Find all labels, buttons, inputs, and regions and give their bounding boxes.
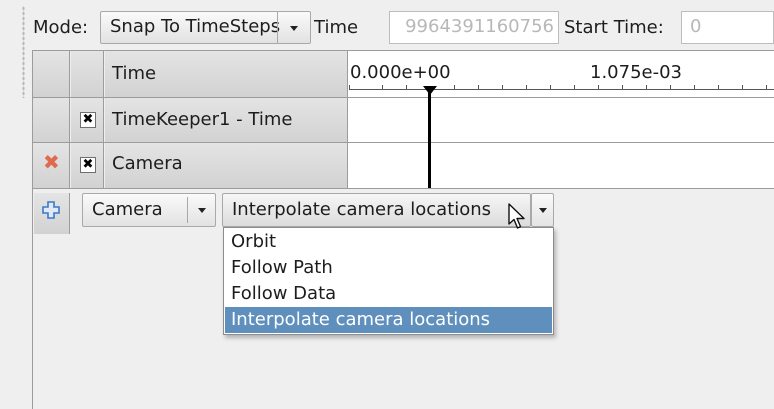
row-divider-3 [33, 188, 774, 189]
source-select[interactable]: Camera [82, 193, 216, 227]
mouse-pointer-icon [508, 203, 525, 229]
dropdown-option-follow-data[interactable]: Follow Data [225, 281, 552, 307]
mode-select[interactable]: Snap To TimeSteps [100, 11, 311, 44]
tick-label-0: 0.000e+00 [350, 62, 451, 83]
header-time-cell: Time [105, 51, 348, 97]
tick-label-1: 1.075e-03 [590, 62, 683, 83]
interpolation-select-value: Interpolate camera locations [232, 199, 492, 220]
header-cell-2 [71, 51, 104, 97]
track-1-label: TimeKeeper1 - Time [112, 109, 293, 130]
mode-select-value: Snap To TimeSteps [110, 16, 281, 37]
track-2-checkbox[interactable]: ✖ [80, 157, 96, 173]
remove-icon[interactable]: ✖ [43, 152, 60, 172]
track-1-checkbox[interactable]: ✖ [80, 112, 96, 128]
track-1-check-cell: ✖ [71, 98, 104, 143]
add-track-cell [34, 193, 70, 234]
add-icon[interactable] [42, 201, 60, 219]
dropdown-option-interpolate[interactable]: Interpolate camera locations [225, 307, 552, 333]
time-cursor-handle[interactable] [423, 86, 437, 95]
start-time-value: 0 [690, 16, 702, 37]
track-2-check-cell: ✖ [71, 143, 104, 188]
interpolation-dropdown: Orbit Follow Path Follow Data Interpolat… [223, 227, 554, 335]
interpolation-select[interactable]: Interpolate camera locations [222, 193, 531, 227]
header-cell-1 [33, 51, 70, 97]
interpolation-select-button[interactable] [531, 193, 554, 227]
start-time-label: Start Time: [564, 17, 664, 38]
track-1-label-cell[interactable]: TimeKeeper1 - Time [105, 98, 348, 143]
track-2-label-cell[interactable]: Camera [105, 143, 348, 188]
mode-label: Mode: [33, 17, 89, 38]
column-divider [347, 51, 348, 189]
time-field[interactable]: 9964391160756 [389, 11, 559, 44]
track-2-label: Camera [112, 153, 183, 174]
time-label: Time [314, 17, 359, 38]
toolbar-grip[interactable] [22, 6, 25, 98]
start-time-field[interactable]: 0 [681, 11, 774, 44]
source-select-value: Camera [92, 199, 163, 220]
time-cursor[interactable] [428, 91, 431, 188]
dropdown-option-follow-path[interactable]: Follow Path [225, 255, 552, 281]
chevron-down-icon [538, 208, 547, 213]
time-field-value: 9964391160756 [405, 16, 554, 37]
timeline-ruler [349, 85, 774, 90]
chevron-down-icon[interactable] [188, 194, 215, 226]
dropdown-option-orbit[interactable]: Orbit [225, 229, 552, 255]
time-header-label: Time [112, 63, 157, 84]
chevron-down-icon[interactable] [278, 12, 310, 43]
track-1-remove-cell [33, 98, 70, 143]
track-2-remove-cell: ✖ [33, 143, 70, 188]
